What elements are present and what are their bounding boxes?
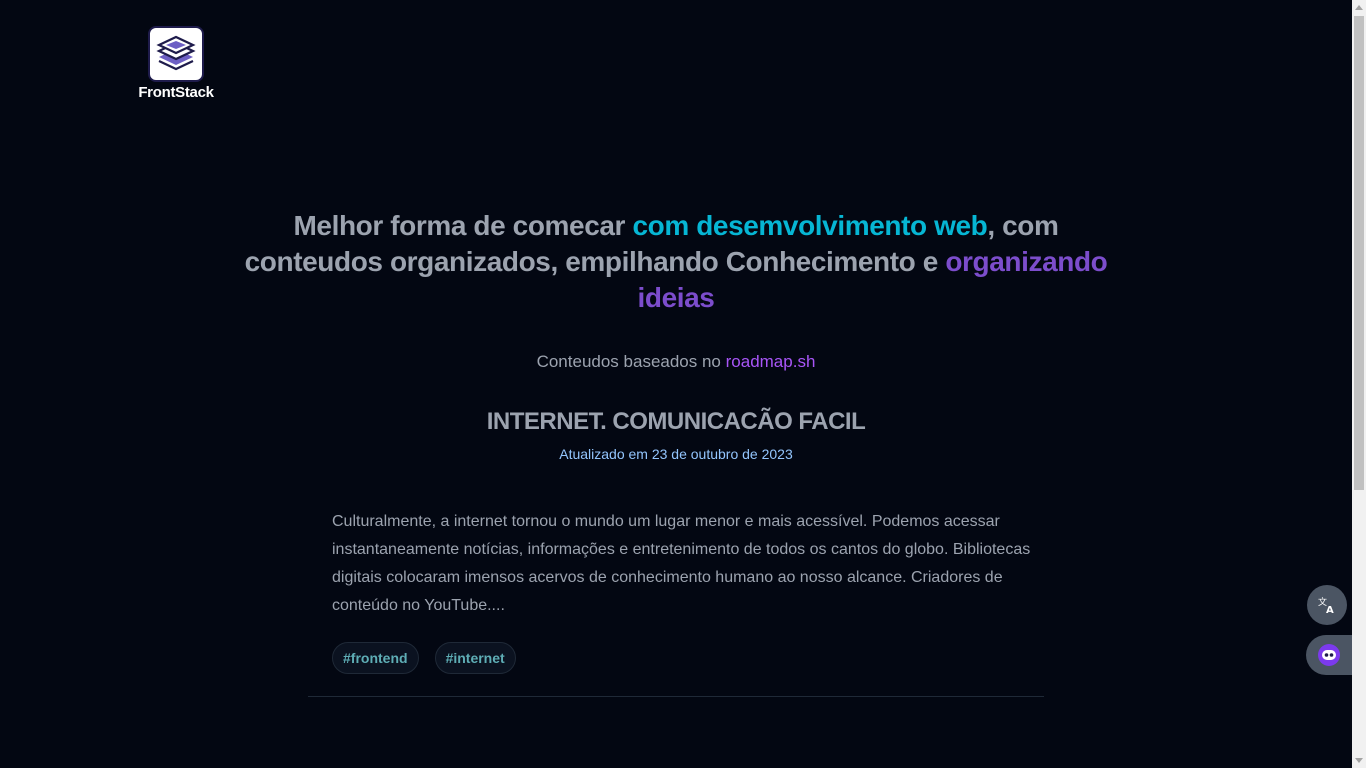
hero-subtitle: Conteudos baseados no roadmap.sh [0, 352, 1352, 372]
post-date: Atualizado em 23 de outubro de 2023 [559, 446, 793, 462]
hero-title: Melhor forma de comecar com desemvolvime… [226, 208, 1126, 316]
vertical-scrollbar[interactable] [1352, 0, 1366, 768]
post-excerpt: Culturalmente, a internet tornou o mundo… [332, 513, 1031, 614]
stack-layers-icon [148, 26, 204, 82]
assistant-button[interactable] [1306, 635, 1352, 675]
hero-title-highlight-web: com desemvolvimento web [632, 210, 988, 241]
assistant-face-icon [1318, 644, 1340, 666]
page: FrontStack Melhor forma de comecar com d… [0, 0, 1352, 768]
roadmap-link[interactable]: roadmap.sh [726, 352, 816, 371]
scroll-up-arrow-icon[interactable] [1352, 0, 1366, 14]
translate-button[interactable]: 文 A [1307, 585, 1347, 625]
scrollbar-thumb[interactable] [1354, 16, 1364, 490]
scroll-down-arrow-icon[interactable] [1352, 754, 1366, 768]
post-divider [308, 696, 1044, 697]
post-title[interactable]: INTERNET. COMUNICACÃO FACIL [0, 408, 1352, 436]
logo-text: FrontStack [138, 84, 214, 101]
translate-icon: 文 A [1318, 596, 1334, 615]
hero-title-part1: Melhor forma de comecar [293, 210, 633, 241]
svg-text:A: A [1326, 605, 1334, 615]
hero-subtitle-text: Conteudos baseados no [536, 352, 726, 371]
hero-section: Melhor forma de comecar com desemvolvime… [0, 208, 1352, 372]
post-tags: #frontend #internet [332, 642, 516, 674]
tag-frontend[interactable]: #frontend [332, 642, 419, 674]
site-logo[interactable]: FrontStack [133, 26, 219, 101]
tag-internet[interactable]: #internet [434, 642, 516, 674]
